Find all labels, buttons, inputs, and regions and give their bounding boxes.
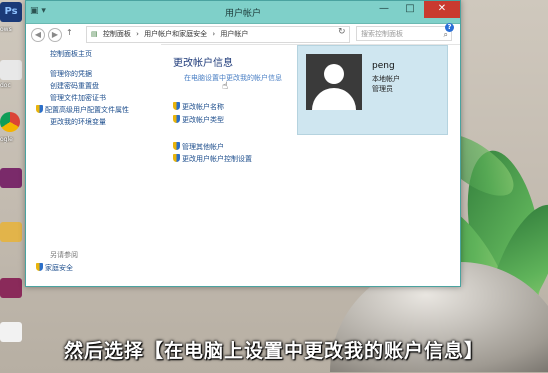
family-safety-label: 家庭安全 (45, 264, 73, 272)
page-title: 更改帐户信息 (173, 58, 233, 69)
account-type: 本地帐户 (372, 75, 400, 83)
refresh-icon[interactable]: ↻ (338, 27, 346, 37)
pc-settings-account-link[interactable]: 在电脑设置中更改我的帐户信息 (184, 74, 292, 83)
advanced-profile-label: 配置高级用户配置文件属性 (45, 106, 129, 114)
family-safety-link[interactable]: 家庭安全 (36, 263, 73, 273)
desktop-label: ows (0, 26, 12, 33)
breadcrumb[interactable]: ▤ 控制面板 › 用户帐户和家庭安全 › 用户帐户 (86, 26, 350, 43)
uac-settings-link[interactable]: 更改用户帐户控制设置 (173, 154, 252, 164)
winrar-icon[interactable] (0, 168, 22, 188)
photoshop-icon[interactable]: Ps (0, 2, 22, 22)
manage-encryption-certs-link[interactable]: 管理文件加密证书 (50, 93, 106, 103)
shield-icon (36, 263, 43, 271)
control-panel-home-link[interactable]: 控制面板主页 (50, 49, 92, 59)
breadcrumb-item[interactable]: 用户帐户和家庭安全 (144, 30, 207, 38)
account-name: peng (372, 61, 395, 71)
account-card: peng 本地帐户 管理员 (297, 45, 448, 135)
create-password-reset-link[interactable]: 创建密码重置盘 (50, 81, 99, 91)
maximize-button[interactable]: □ (398, 1, 422, 18)
desktop-icon-strip: Ps ows doc ogle (0, 0, 24, 373)
close-button[interactable]: ✕ (424, 1, 460, 18)
manage-other-accounts-link[interactable]: 管理其他帐户 (173, 142, 224, 152)
breadcrumb-separator: › (136, 30, 139, 38)
title-bar[interactable]: ▣ ▾ 用户帐户 — □ ✕ (26, 1, 460, 24)
advanced-profile-link[interactable]: 配置高级用户配置文件属性 (36, 105, 129, 115)
manage-other-accounts-label: 管理其他帐户 (182, 143, 224, 151)
subtitle-caption: 然后选择【在电脑上设置中更改我的账户信息】 (63, 340, 484, 362)
search-placeholder: 搜索控制面板 (361, 30, 403, 38)
change-account-name-link[interactable]: 更改帐户名称 (173, 102, 224, 112)
forward-button[interactable]: ▶ (48, 28, 62, 42)
folder-icon[interactable] (0, 222, 22, 242)
winrar-icon[interactable] (0, 278, 22, 298)
breadcrumb-item[interactable]: 控制面板 (103, 30, 131, 38)
avatar (306, 54, 362, 110)
help-icon[interactable]: ? (445, 23, 454, 32)
shield-icon (173, 102, 180, 110)
shield-icon (36, 105, 43, 113)
address-bar: ◀ ▶ ↑ ▤ 控制面板 › 用户帐户和家庭安全 › 用户帐户 ↻ 搜索控制面板… (26, 24, 460, 45)
breadcrumb-item[interactable]: 用户帐户 (220, 30, 248, 38)
desktop-label: doc (0, 82, 11, 89)
back-button[interactable]: ◀ (31, 28, 45, 42)
app-icon[interactable] (0, 60, 22, 80)
desktop-label: ogle (0, 136, 13, 143)
shield-icon (173, 154, 180, 162)
user-accounts-window: ▣ ▾ 用户帐户 — □ ✕ ◀ ▶ ↑ ▤ 控制面板 › 用户帐户和家庭安全 … (25, 0, 461, 287)
uac-settings-label: 更改用户帐户控制设置 (182, 155, 252, 163)
change-account-type-label: 更改帐户类型 (182, 116, 224, 124)
environment-variables-link[interactable]: 更改我的环境变量 (50, 117, 106, 127)
minimize-button[interactable]: — (372, 1, 396, 18)
left-nav-pane: 控制面板主页 管理你的凭据 创建密码重置盘 管理文件加密证书 配置高级用户配置文… (26, 44, 161, 285)
change-account-type-link[interactable]: 更改帐户类型 (173, 115, 224, 125)
chrome-icon[interactable] (0, 112, 20, 132)
account-role: 管理员 (372, 85, 393, 93)
change-account-name-label: 更改帐户名称 (182, 103, 224, 111)
search-input[interactable]: 搜索控制面板 ⌕ (356, 26, 452, 41)
breadcrumb-separator: › (212, 30, 216, 38)
hand-cursor-icon: ☝ (222, 81, 229, 92)
see-also-label: 另请参阅 (50, 251, 78, 259)
control-panel-icon: ▤ (91, 30, 98, 38)
manage-credentials-link[interactable]: 管理你的凭据 (50, 69, 92, 79)
shield-icon (173, 115, 180, 123)
shield-icon (173, 142, 180, 150)
up-button[interactable]: ↑ (66, 28, 73, 37)
